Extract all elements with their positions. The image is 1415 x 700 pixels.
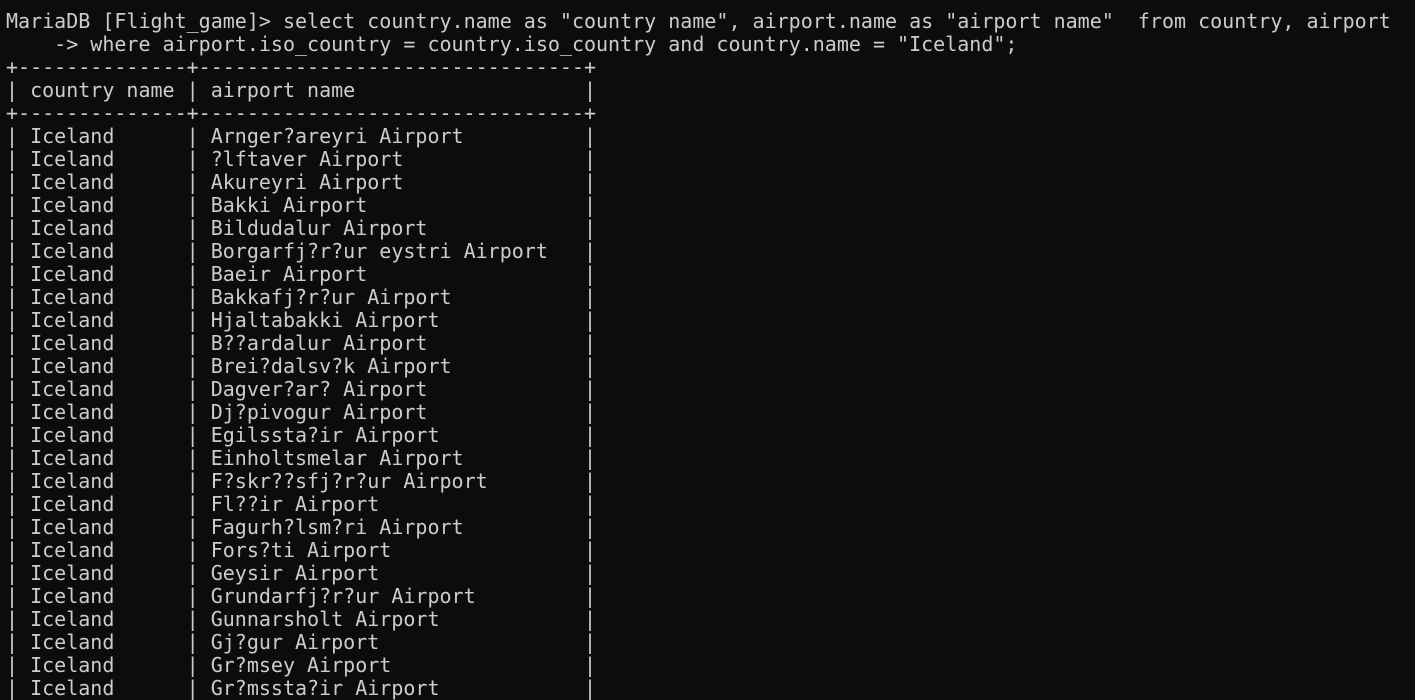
airport-cell: Egilssta?ir Airport	[210, 424, 440, 447]
airport-cell: Bakki Airport	[210, 194, 368, 217]
airport-cell: Borgarfj?r?ur eystri Airport	[210, 240, 548, 263]
airport-cell: F?skr??sfj?r?ur Airport	[210, 470, 488, 493]
country-cell: Iceland	[30, 332, 115, 355]
country-cell: Iceland	[30, 263, 115, 286]
table-row: | Iceland | Gr?msey Airport |	[6, 654, 597, 677]
airport-cell: Geysir Airport	[210, 562, 380, 585]
continuation-prompt: ->	[6, 33, 79, 56]
airport-cell: Fors?ti Airport	[210, 539, 392, 562]
table-row: | Iceland | Geysir Airport |	[6, 562, 597, 585]
table-header-row: | country name | airport name |	[6, 79, 597, 102]
table-row: | Iceland | Fl??ir Airport |	[6, 493, 597, 516]
table-row: | Iceland | F?skr??sfj?r?ur Airport |	[6, 470, 597, 493]
country-cell: Iceland	[30, 608, 115, 631]
table-row: | Iceland | Egilssta?ir Airport |	[6, 424, 597, 447]
table-row: | Iceland | Hjaltabakki Airport |	[6, 309, 597, 332]
airport-cell: Fl??ir Airport	[210, 493, 380, 516]
country-cell: Iceland	[30, 401, 115, 424]
airport-cell: ?lftaver Airport	[210, 148, 404, 171]
airport-cell: Fagurh?lsm?ri Airport	[210, 516, 464, 539]
prompt: MariaDB [Flight_game]>	[6, 10, 271, 33]
command-text-2: where airport.iso_country = country.iso_…	[90, 33, 1018, 56]
table-row: | Iceland | Bakki Airport |	[6, 194, 597, 217]
country-cell: Iceland	[30, 125, 115, 148]
table-border-top: +--------------+------------------------…	[6, 56, 597, 79]
country-cell: Iceland	[30, 286, 115, 309]
country-cell: Iceland	[30, 447, 115, 470]
airport-cell: Hjaltabakki Airport	[210, 309, 440, 332]
airport-cell: Gunnarsholt Airport	[210, 608, 440, 631]
country-cell: Iceland	[30, 424, 115, 447]
table-row: | Iceland | Dagver?ar? Airport |	[6, 378, 597, 401]
airport-cell: Gj?gur Airport	[210, 631, 380, 654]
country-cell: Iceland	[30, 194, 115, 217]
column-header-airport: airport name	[210, 79, 356, 102]
table-row: | Iceland | Brei?dalsv?k Airport |	[6, 355, 597, 378]
table-body: | Iceland | Arnger?areyri Airport | | Ice…	[6, 125, 1415, 700]
country-cell: Iceland	[30, 148, 115, 171]
country-cell: Iceland	[30, 355, 115, 378]
table-row: | Iceland | Borgarfj?r?ur eystri Airport…	[6, 240, 597, 263]
terminal-window[interactable]: MariaDB [Flight_game]> select country.na…	[0, 0, 1415, 700]
column-header-country: country name	[30, 79, 175, 102]
airport-cell: Baeir Airport	[210, 263, 368, 286]
country-cell: Iceland	[30, 539, 115, 562]
airport-cell: Dagver?ar? Airport	[210, 378, 428, 401]
table-row: | Iceland | Arnger?areyri Airport |	[6, 125, 597, 148]
table-border-mid: +--------------+------------------------…	[6, 102, 597, 125]
table-row: | Iceland | Akureyri Airport |	[6, 171, 597, 194]
airport-cell: Akureyri Airport	[210, 171, 404, 194]
table-row: | Iceland | Grundarfj?r?ur Airport |	[6, 585, 597, 608]
table-row: | Iceland | Fors?ti Airport |	[6, 539, 597, 562]
airport-cell: Grundarfj?r?ur Airport	[210, 585, 476, 608]
country-cell: Iceland	[30, 217, 115, 240]
table-row: | Iceland | B??ardalur Airport |	[6, 332, 597, 355]
command-line-2: -> where airport.iso_country = country.i…	[6, 33, 1415, 56]
country-cell: Iceland	[30, 309, 115, 332]
airport-cell: Gr?msey Airport	[210, 654, 392, 677]
airport-cell: Bakkafj?r?ur Airport	[210, 286, 452, 309]
command-text-1: select country.name as "country name", a…	[282, 10, 1391, 33]
country-cell: Iceland	[30, 631, 115, 654]
airport-cell: Dj?pivogur Airport	[210, 401, 428, 424]
country-cell: Iceland	[30, 240, 115, 263]
airport-cell: Einholtsmelar Airport	[210, 447, 464, 470]
command-line-1: MariaDB [Flight_game]> select country.na…	[6, 10, 1415, 33]
table-row: | Iceland | ?lftaver Airport |	[6, 148, 597, 171]
country-cell: Iceland	[30, 378, 115, 401]
table-row: | Iceland | Fagurh?lsm?ri Airport |	[6, 516, 597, 539]
table-row: | Iceland | Gunnarsholt Airport |	[6, 608, 597, 631]
country-cell: Iceland	[30, 470, 115, 493]
table-row: | Iceland | Baeir Airport |	[6, 263, 597, 286]
table-row: | Iceland | Gr?mssta?ir Airport |	[6, 677, 597, 700]
airport-cell: B??ardalur Airport	[210, 332, 428, 355]
country-cell: Iceland	[30, 493, 115, 516]
country-cell: Iceland	[30, 171, 115, 194]
country-cell: Iceland	[30, 585, 115, 608]
airport-cell: Bildudalur Airport	[210, 217, 428, 240]
country-cell: Iceland	[30, 677, 115, 700]
table-row: | Iceland | Bildudalur Airport |	[6, 217, 597, 240]
table-row: | Iceland | Bakkafj?r?ur Airport |	[6, 286, 597, 309]
country-cell: Iceland	[30, 654, 115, 677]
airport-cell: Brei?dalsv?k Airport	[210, 355, 452, 378]
table-row: | Iceland | Einholtsmelar Airport |	[6, 447, 597, 470]
airport-cell: Gr?mssta?ir Airport	[210, 677, 440, 700]
country-cell: Iceland	[30, 516, 115, 539]
airport-cell: Arnger?areyri Airport	[210, 125, 464, 148]
table-row: | Iceland | Dj?pivogur Airport |	[6, 401, 597, 424]
table-row: | Iceland | Gj?gur Airport |	[6, 631, 597, 654]
country-cell: Iceland	[30, 562, 115, 585]
